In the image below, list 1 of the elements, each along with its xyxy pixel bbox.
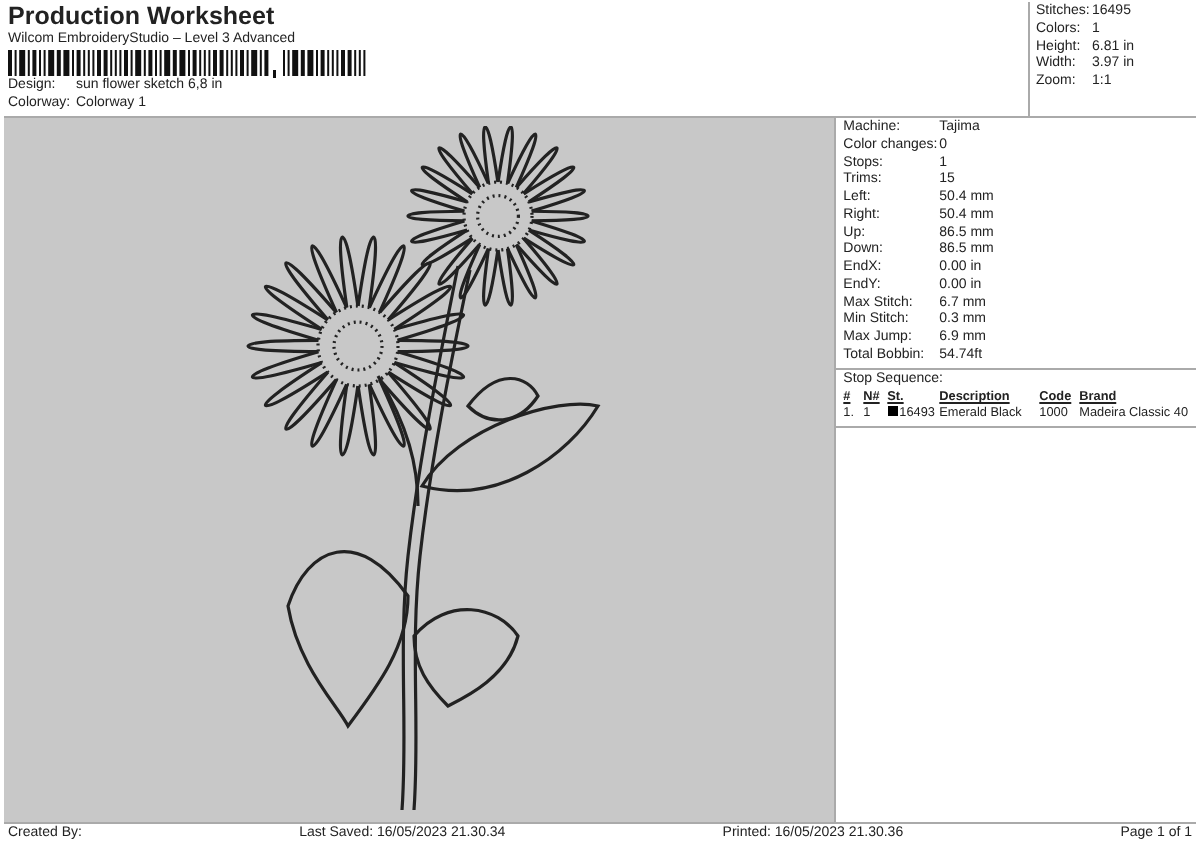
worksheet-title: Production Worksheet <box>8 2 277 31</box>
